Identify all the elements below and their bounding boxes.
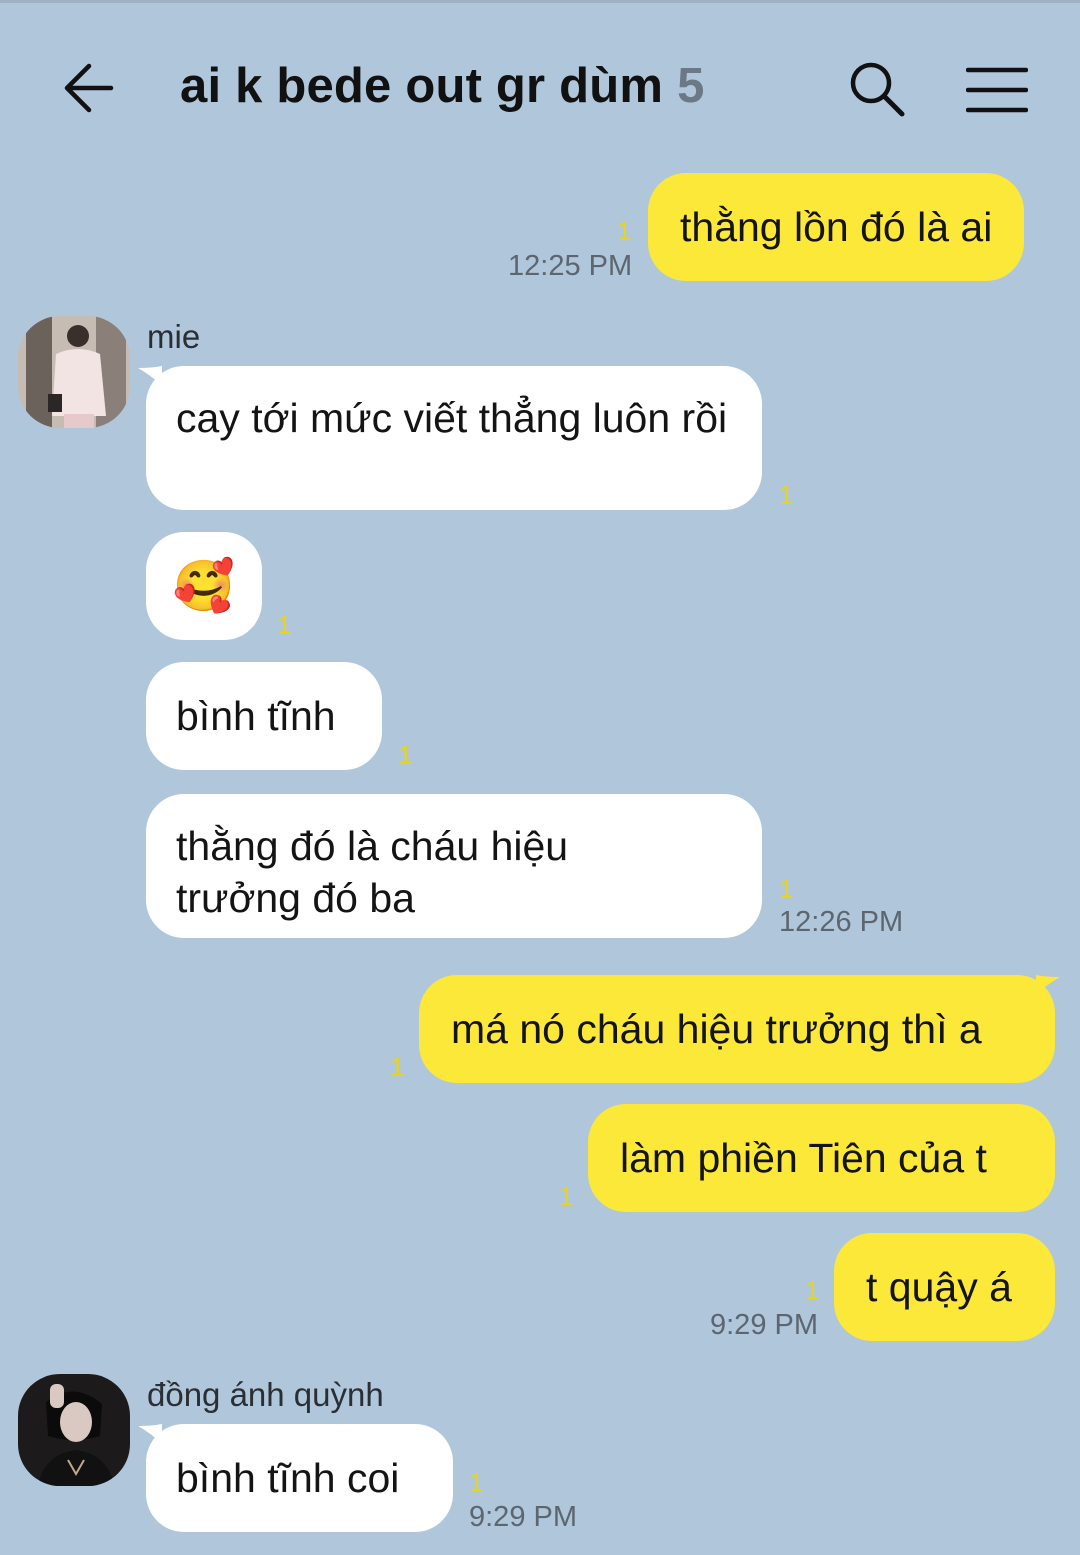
sender-name: mie [147,318,201,355]
unread-count: 1 [805,1275,820,1305]
unread-count: 1 [277,610,292,640]
their-message-bubble[interactable]: bình tĩnh [146,662,382,770]
menu-button[interactable] [965,66,1029,114]
smiling-face-with-hearts-emoji: 🥰 [172,558,236,614]
their-message-bubble[interactable]: 🥰 [146,532,262,640]
message-text: bình tĩnh [176,693,336,739]
their-message-bubble[interactable]: bình tĩnh coi [146,1424,453,1532]
message-text: má nó cháu hiệu trưởng thì a [451,1006,982,1052]
chat-title[interactable]: ai k bede out gr dùm 5 [180,58,705,114]
hamburger-menu-icon [965,67,1029,113]
avatar-dong-anh-quynh[interactable] [18,1374,130,1486]
message-text: cay tới mức viết thẳng luôn rồi [176,395,728,441]
my-message-bubble[interactable]: má nó cháu hiệu trưởng thì a [419,975,1055,1083]
my-message-bubble[interactable]: thằng lồn đó là ai [648,173,1025,281]
unread-count: 1 [779,480,794,510]
message-time: 12:26 PM [779,906,904,938]
unread-count: 1 [398,740,413,770]
unread-count: 1 [559,1181,574,1211]
status-divider [0,0,1080,3]
member-count: 5 [677,59,705,113]
message-text: bình tĩnh coi [176,1455,400,1501]
their-message-bubble[interactable]: thằng đó là cháu hiệu trưởng đó ba [146,794,762,938]
unread-count: 1 [390,1052,405,1082]
unread-count: 1 [779,874,794,904]
chat-title-text: ai k bede out gr dùm [180,59,664,113]
message-text: thằng đó là cháu hiệu trưởng đó ba [176,823,569,921]
unread-count: 1 [617,216,632,246]
message-time: 12:25 PM [508,250,633,282]
message-time: 9:29 PM [469,1501,577,1533]
unread-count: 1 [469,1467,484,1497]
my-message-bubble[interactable]: t quậy á [834,1233,1055,1341]
my-message-bubble[interactable]: làm phiền Tiên của t [588,1104,1055,1212]
message-text: t quậy á [866,1264,1012,1310]
avatar-image [18,1374,130,1486]
search-button[interactable] [848,60,906,118]
avatar-mie[interactable] [18,316,130,428]
avatar-image [18,316,130,428]
search-icon [850,62,905,117]
message-time: 9:29 PM [710,1309,818,1341]
message-text: thằng lồn đó là ai [680,204,993,250]
message-text: làm phiền Tiên của t [620,1135,987,1181]
back-button[interactable] [62,60,114,116]
their-message-bubble[interactable]: cay tới mức viết thẳng luôn rồi [146,366,762,510]
sender-name: đồng ánh quỳnh [147,1376,384,1413]
arrow-left-icon [64,63,114,113]
